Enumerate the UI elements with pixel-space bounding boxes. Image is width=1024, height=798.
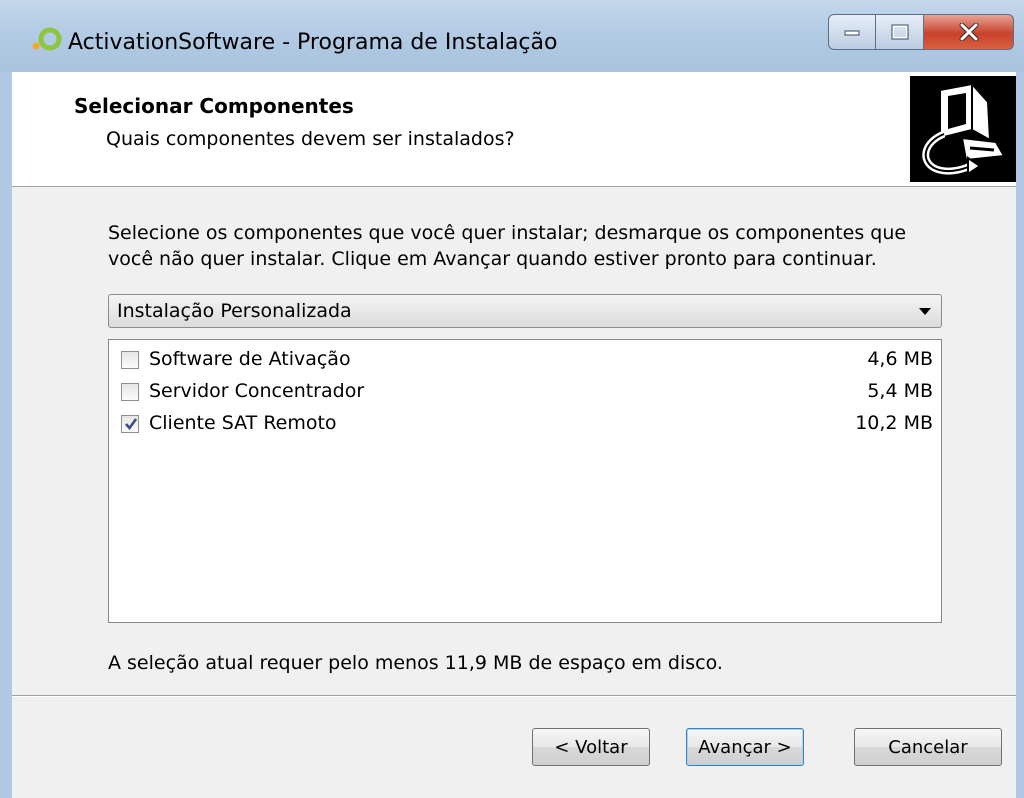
close-button[interactable] (924, 14, 1014, 50)
computer-install-icon (910, 76, 1016, 182)
components-list[interactable]: Software de Ativação 4,6 MB Servidor Con… (108, 339, 942, 623)
install-type-value: Instalação Personalizada (117, 300, 352, 322)
component-size: 5,4 MB (867, 380, 933, 402)
component-size: 4,6 MB (867, 348, 933, 370)
maximize-icon (891, 24, 908, 40)
component-row-cliente-sat-remoto[interactable]: Cliente SAT Remoto 10,2 MB (109, 408, 941, 440)
disk-space-requirement: A seleção atual requer pelo menos 11,9 M… (108, 652, 723, 674)
component-label: Software de Ativação (149, 348, 351, 370)
caption-buttons (828, 14, 1014, 50)
window-frame-right (1016, 72, 1024, 798)
dialog-client-area: Selecionar Componentes Quais componentes… (12, 72, 1016, 798)
window-frame-left (0, 72, 12, 798)
checkmark-icon (125, 418, 138, 431)
maximize-button[interactable] (876, 14, 924, 50)
instructions-text: Selecione os componentes que você quer i… (108, 222, 907, 270)
app-logo-icon (32, 27, 62, 51)
title-bar[interactable]: ActivationSoftware - Programa de Instala… (0, 0, 1024, 72)
close-icon (959, 23, 978, 41)
component-checkbox[interactable] (121, 383, 139, 401)
installer-window: ActivationSoftware - Programa de Instala… (0, 0, 1024, 798)
page-subtitle: Quais componentes devem ser instalados? (106, 128, 515, 150)
component-size: 10,2 MB (855, 412, 933, 434)
cancel-button[interactable]: Cancelar (854, 728, 1002, 766)
component-label: Cliente SAT Remoto (149, 412, 337, 434)
component-checkbox-checked[interactable] (121, 415, 139, 433)
wizard-header: Selecionar Componentes Quais componentes… (12, 72, 1016, 187)
install-type-select[interactable]: Instalação Personalizada (108, 294, 942, 328)
minimize-icon (844, 30, 860, 36)
component-row-software-ativacao[interactable]: Software de Ativação 4,6 MB (109, 344, 941, 376)
page-title: Selecionar Componentes (74, 94, 354, 118)
component-checkbox[interactable] (121, 351, 139, 369)
next-button[interactable]: Avançar > (686, 728, 804, 766)
component-label: Servidor Concentrador (149, 380, 365, 402)
chevron-down-icon (919, 308, 931, 315)
footer-divider (12, 695, 1016, 697)
back-button[interactable]: < Voltar (532, 728, 650, 766)
minimize-button[interactable] (828, 14, 876, 50)
window-title: ActivationSoftware - Programa de Instala… (68, 30, 558, 55)
component-row-servidor-concentrador[interactable]: Servidor Concentrador 5,4 MB (109, 376, 941, 408)
